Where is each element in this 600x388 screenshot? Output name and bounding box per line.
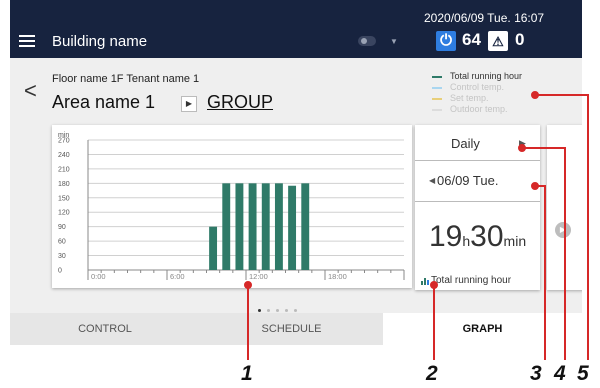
x-tick-label: 18:00 [328,272,347,281]
chart-card: min 270 240 210 180 150 120 90 60 30 0 0:00 6:00 12:0… [52,125,412,288]
y-tick-label: 270 [58,138,70,145]
bar [248,183,257,270]
y-tick-label: 90 [58,224,66,231]
page-dot[interactable] [285,309,288,312]
alarm-count: 0 [515,30,525,49]
x-tick-label: 0:00 [91,272,106,281]
callout-3: 3 [530,362,542,385]
page-dot[interactable] [276,309,279,312]
tab-schedule[interactable]: SCHEDULE [200,313,383,345]
menu-icon[interactable] [19,35,35,47]
next-card [547,125,582,290]
next-page-icon[interactable]: ▶ [555,222,571,238]
datetime: 2020/06/09 Tue. 16:07 [424,11,545,25]
bar-chart-icon [421,278,429,285]
y-tick-label: 30 [58,253,66,260]
total-value: 19h30min [429,220,526,254]
unit-hours: h [462,233,471,249]
value-minutes: 30 [470,220,504,253]
bottom-tabs: CONTROL SCHEDULE GRAPH [10,313,582,345]
y-tick-label: 240 [58,152,70,159]
legend-item-control-temp: Control temp. [430,82,522,93]
y-tick-label: 210 [58,166,70,173]
callout-5: 5 [577,362,589,385]
y-tick-label: 120 [58,210,70,217]
area-name: Area name 1 [52,92,156,112]
bar [301,183,310,270]
bar [261,183,270,270]
summary-panel: Daily ▶ ◀ 06/09 Tue. 19h30min Total runn… [415,125,540,290]
floor-tenant-label: Floor name 1F Tenant name 1 [52,73,200,85]
page-dot[interactable] [258,309,261,312]
callout-4: 4 [554,362,566,385]
chevron-down-icon[interactable]: ▼ [390,37,398,46]
alarm-icon[interactable]: ⚠ [488,31,508,51]
tab-control[interactable]: CONTROL [10,313,200,345]
legend: Total running hour Control temp. Set tem… [430,71,522,115]
bar [274,183,283,270]
legend-item-total-running: Total running hour [430,71,522,82]
chevron-right-icon[interactable]: ▶ [519,138,526,149]
power-count: 64 [462,30,481,49]
unit-minutes: min [503,233,527,249]
top-bar: Building name ▼ 2020/06/09 Tue. 16:07 ⏻ … [10,0,582,58]
page-dot[interactable] [294,309,297,312]
back-chevron-icon[interactable]: < [24,78,37,104]
y-tick-label: 60 [58,239,66,246]
summary-caption: Total running hour [431,275,512,286]
bar [209,226,218,270]
play-arrow-icon[interactable]: ▶ [181,96,197,112]
x-tick-label: 6:00 [170,272,185,281]
bar [235,183,244,270]
running-hour-chart: min27024021018015012090603000:00 6:00 12:0… [58,132,405,281]
app-screen: Building name ▼ 2020/06/09 Tue. 16:07 ⏻ … [10,0,582,345]
y-tick-label: 150 [58,195,70,202]
group-link[interactable]: GROUP [207,92,273,113]
callout-2: 2 [426,362,438,385]
x-tick-label: 12:00 [249,272,268,281]
y-tick-label: 0 [58,268,62,275]
value-hours: 19 [429,220,463,253]
page-dot[interactable] [267,309,270,312]
date-label: 06/09 Tue. [437,173,499,188]
callout-1: 1 [241,362,253,385]
period-selector[interactable]: Daily ▶ [415,125,540,161]
chevron-left-icon[interactable]: ◀ [429,176,435,185]
y-tick-label: 180 [58,181,70,188]
legend-item-outdoor-temp: Outdoor temp. [430,104,522,115]
tab-graph[interactable]: GRAPH [383,313,582,345]
power-icon[interactable]: ⏻ [436,31,456,51]
bar [288,185,297,270]
date-selector[interactable]: ◀ 06/09 Tue. [415,161,540,202]
building-name: Building name [52,33,148,50]
bar [222,183,231,270]
legend-item-set-temp: Set temp. [430,93,522,104]
period-label: Daily [451,136,480,151]
toggle-switch[interactable] [358,36,376,46]
